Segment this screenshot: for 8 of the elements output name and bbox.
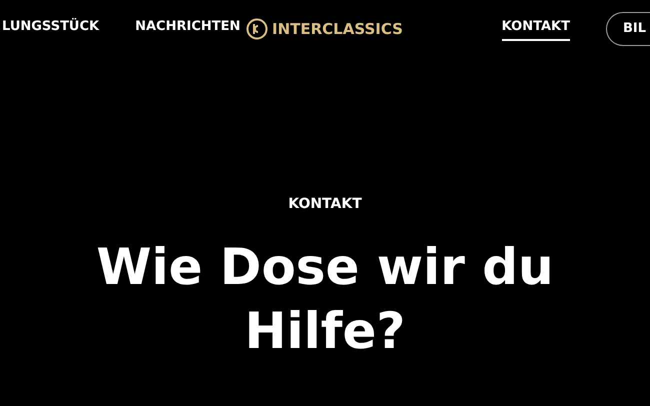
section-eyebrow: KONTAKT: [288, 195, 362, 214]
logo-emblem-icon: [246, 18, 268, 40]
nav-link[interactable]: LUNGSSTÜCK: [2, 17, 100, 41]
nav-link[interactable]: KONTAKT: [502, 17, 570, 41]
nav-button[interactable]: BIL: [606, 12, 650, 46]
nav-link[interactable]: NACHRICHTEN: [135, 17, 240, 41]
hero-heading: Wie Dose wir du Hilfe?: [95, 237, 555, 362]
logo-wordmark[interactable]: INTERCLASSICS: [272, 18, 403, 40]
